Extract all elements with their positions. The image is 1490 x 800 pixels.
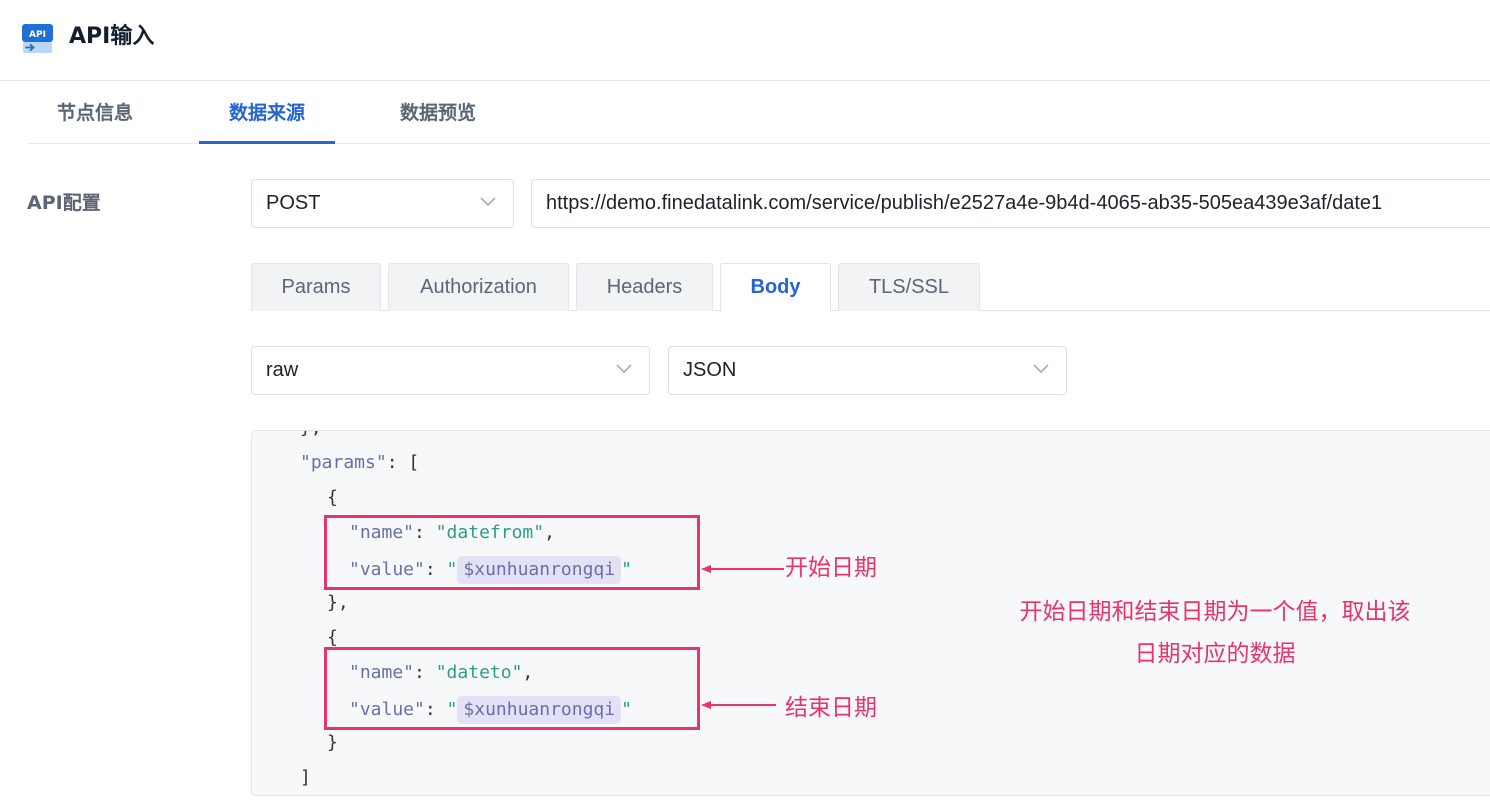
page-title: API输入 <box>69 24 155 49</box>
chevron-down-icon <box>480 197 496 207</box>
code-line-params: "params": [ <box>300 452 420 473</box>
method-select[interactable]: POST <box>251 179 514 228</box>
body-format-select[interactable]: JSON <box>668 346 1067 395</box>
active-tab-indicator <box>199 141 335 144</box>
tab-node-info[interactable]: 节点信息 <box>27 96 163 130</box>
highlight-box-start <box>324 515 700 590</box>
code-line-brace-close: }, <box>327 592 349 613</box>
url-value: https://demo.finedatalink.com/service/pu… <box>546 192 1383 214</box>
code-line-bracket-close: ] <box>300 767 311 788</box>
body-mode-value: raw <box>266 359 299 381</box>
tab-data-preview[interactable]: 数据预览 <box>370 96 506 130</box>
tab-authorization[interactable]: Authorization <box>388 263 569 311</box>
tab-params[interactable]: Params <box>251 263 381 311</box>
api-node-icon: API <box>22 24 53 54</box>
code-line-brace-close: } <box>327 732 338 753</box>
annotation-end-date: 结束日期 <box>785 695 877 721</box>
chevron-down-icon <box>1033 364 1049 374</box>
highlight-box-end <box>324 647 700 730</box>
header-divider <box>0 80 1490 81</box>
body-mode-select[interactable]: raw <box>251 346 650 395</box>
api-icon-text: API <box>29 30 46 40</box>
tab-headers[interactable]: Headers <box>576 263 713 311</box>
tab-data-source[interactable]: 数据来源 <box>199 96 335 130</box>
api-config-label: API配置 <box>27 192 101 214</box>
body-format-value: JSON <box>683 359 737 381</box>
url-input[interactable]: https://demo.finedatalink.com/service/pu… <box>531 179 1490 228</box>
annotation-note-line1: 开始日期和结束日期为一个值，取出该 <box>1019 599 1411 625</box>
method-value: POST <box>266 192 321 214</box>
code-line-cut: }, <box>300 431 322 440</box>
chevron-down-icon <box>616 364 632 374</box>
code-line-brace-open: { <box>327 487 338 508</box>
annotation-note-line2: 日期对应的数据 <box>1134 641 1296 667</box>
annotation-start-date: 开始日期 <box>785 555 877 581</box>
tab-body[interactable]: Body <box>720 263 831 312</box>
arrow-left-icon <box>701 701 776 709</box>
tab-tls-ssl[interactable]: TLS/SSL <box>838 263 980 311</box>
arrow-left-icon <box>701 565 784 573</box>
